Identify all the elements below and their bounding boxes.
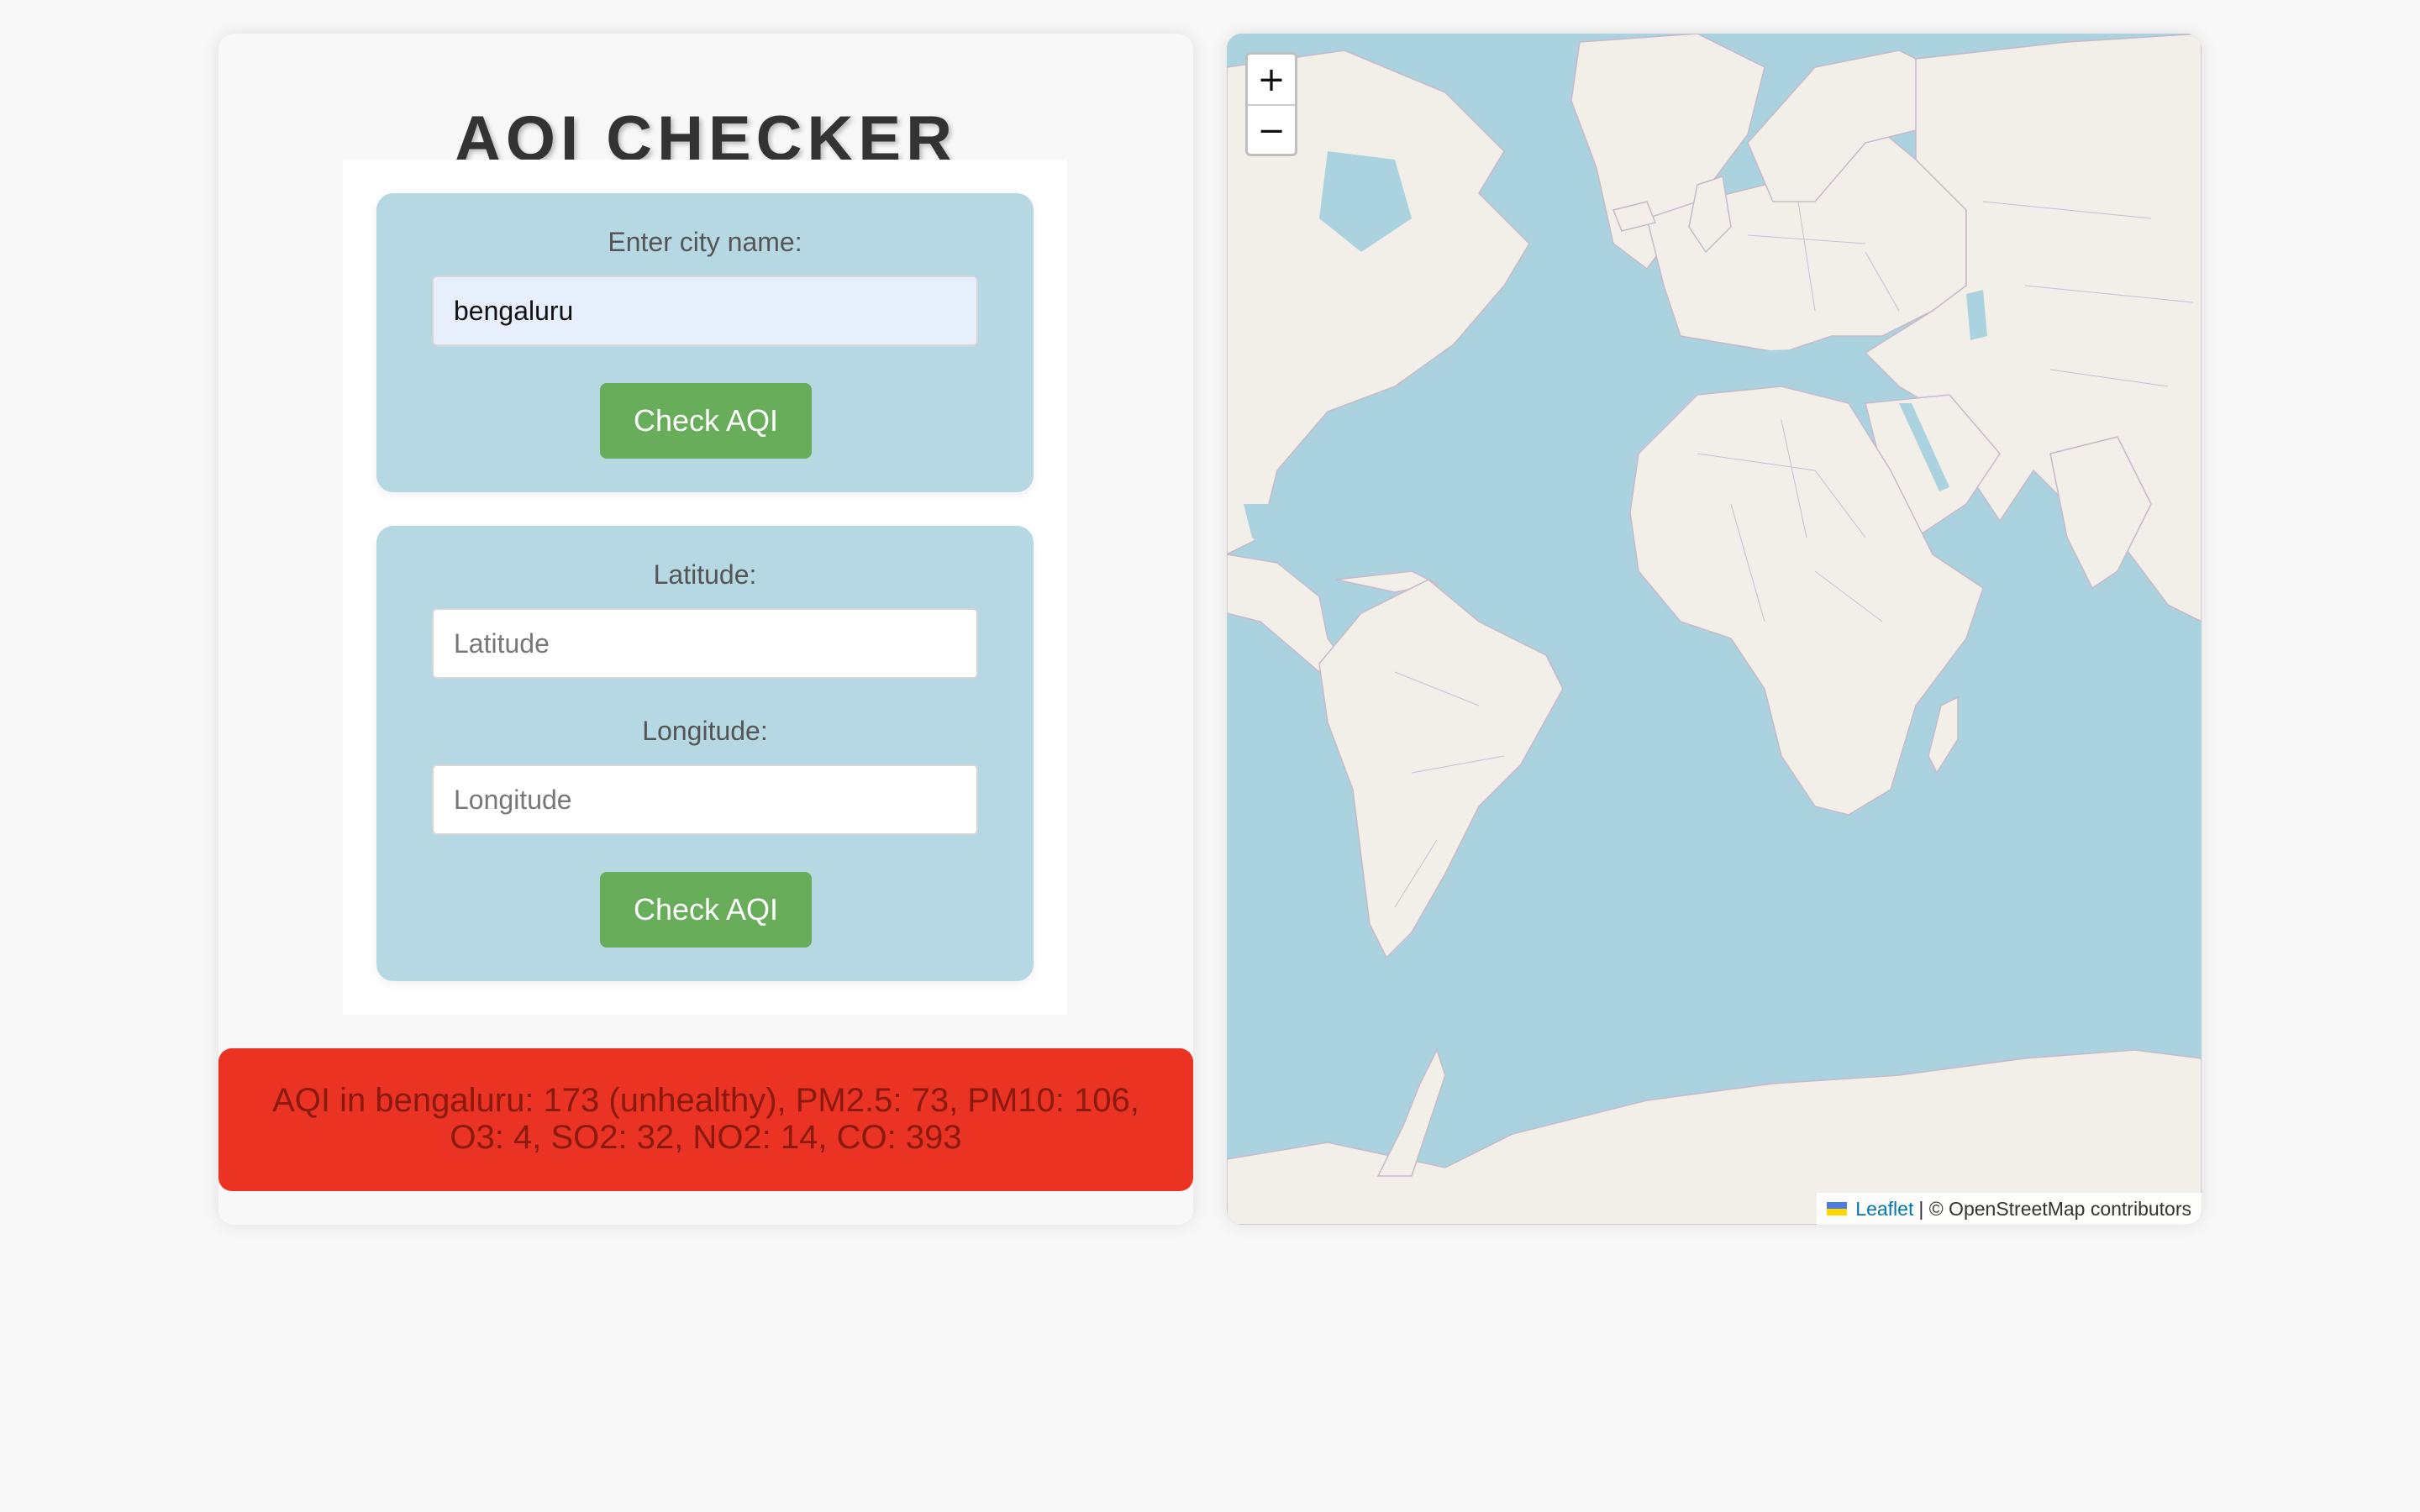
zoom-control: + − [1245, 52, 1297, 156]
aqi-panel: AQI CHECKER Enter city name: Check AQI L… [218, 34, 1193, 1225]
map-attribution: Leaflet | © OpenStreetMap contributors [1817, 1193, 2202, 1225]
leaflet-link[interactable]: Leaflet [1855, 1198, 1913, 1221]
zoom-in-button[interactable]: + [1248, 55, 1295, 106]
coordinates-form: Latitude: Longitude: Check AQI [376, 526, 1034, 981]
city-label: Enter city name: [608, 227, 802, 257]
longitude-input[interactable] [432, 764, 978, 835]
check-aqi-coords-button[interactable]: Check AQI [600, 872, 812, 948]
map-tiles[interactable] [1227, 34, 2202, 1225]
attribution-text: | © OpenStreetMap contributors [1918, 1197, 2191, 1220]
aqi-result-line-2: O3: 4, SO2: 32, NO2: 14, CO: 393 [450, 1119, 962, 1156]
aqi-result-line-1: AQI in bengaluru: 173 (unhealthy), PM2.5… [272, 1082, 1139, 1119]
city-form: Enter city name: Check AQI [376, 193, 1034, 492]
world-map[interactable]: + − Leaflet | © OpenStreetMap contributo… [1227, 34, 2202, 1225]
aqi-result-banner: AQI in bengaluru: 173 (unhealthy), PM2.5… [218, 1048, 1193, 1191]
zoom-out-button[interactable]: − [1248, 106, 1295, 154]
latitude-input[interactable] [432, 608, 978, 679]
ukraine-flag-icon [1827, 1202, 1848, 1215]
longitude-label: Longitude: [642, 716, 768, 746]
forms-container: Enter city name: Check AQI Latitude: Lon… [343, 160, 1067, 1015]
latitude-label: Latitude: [653, 559, 757, 590]
check-aqi-city-button[interactable]: Check AQI [600, 383, 812, 459]
city-input[interactable] [432, 276, 978, 346]
